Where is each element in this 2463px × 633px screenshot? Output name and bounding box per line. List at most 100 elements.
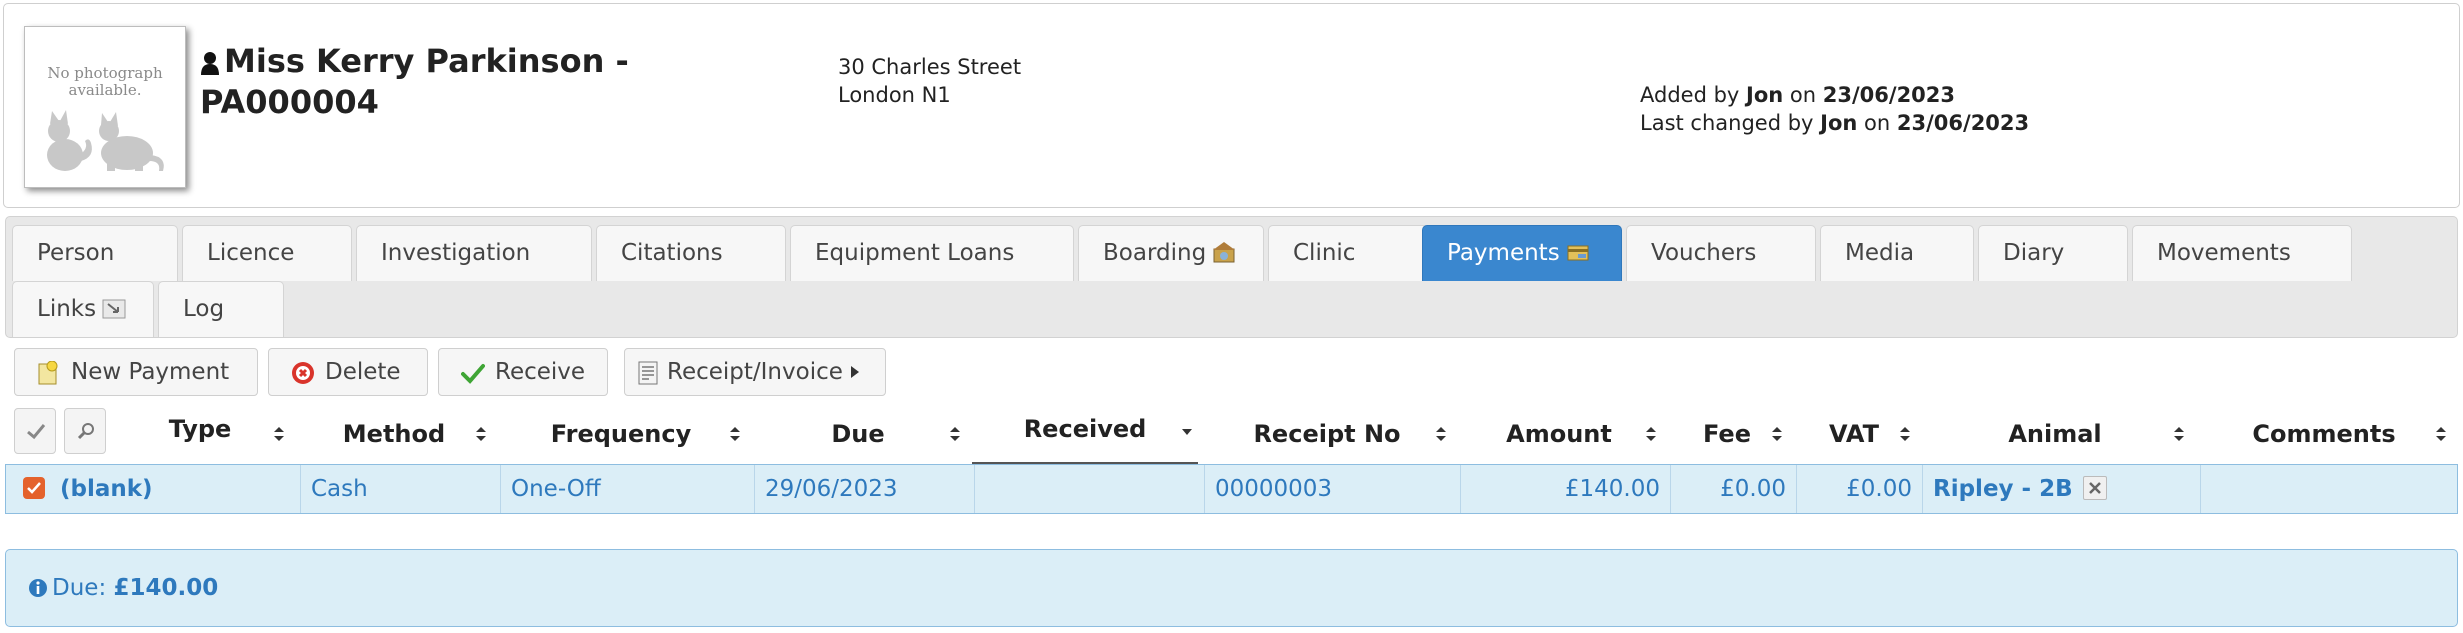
tab-label: Licence bbox=[207, 240, 295, 266]
col-amount[interactable]: Amount bbox=[1456, 404, 1662, 464]
changed-date: 23/06/2023 bbox=[1896, 111, 2030, 135]
col-frequency[interactable]: Frequency bbox=[496, 404, 746, 464]
new-payment-label: New Payment bbox=[71, 359, 230, 385]
row-checkbox[interactable] bbox=[23, 477, 45, 499]
col-received-label: Received bbox=[1023, 415, 1147, 443]
tab-label: Clinic bbox=[1293, 240, 1356, 266]
col-comments-label: Comments bbox=[2252, 420, 2396, 448]
added-by-user: Jon bbox=[1746, 83, 1784, 107]
tab-person[interactable]: Person bbox=[12, 225, 178, 281]
col-animal[interactable]: Animal bbox=[1920, 404, 2190, 464]
caret-right-icon bbox=[850, 366, 859, 378]
cell-amount: £140.00 bbox=[1461, 465, 1671, 513]
receipt-icon bbox=[638, 361, 658, 385]
col-due[interactable]: Due bbox=[750, 404, 966, 464]
col-comments[interactable]: Comments bbox=[2196, 404, 2452, 464]
tab-log[interactable]: Log bbox=[158, 281, 284, 337]
tab-diary[interactable]: Diary bbox=[1978, 225, 2128, 281]
tab-label: Payments bbox=[1447, 240, 1560, 266]
delete-icon bbox=[292, 362, 314, 384]
tab-clinic[interactable]: Clinic bbox=[1268, 225, 1428, 281]
links-icon bbox=[102, 299, 126, 319]
delete-label: Delete bbox=[325, 359, 401, 385]
added-on-word: on bbox=[1789, 83, 1817, 107]
checkmark-icon bbox=[27, 482, 41, 494]
col-animal-label: Animal bbox=[2008, 420, 2102, 448]
tab-links[interactable]: Links bbox=[12, 281, 154, 337]
animal-remove-icon[interactable] bbox=[2082, 476, 2107, 500]
payments-table-header: Type Method Frequency Due Received Recei… bbox=[0, 404, 2463, 464]
tab-media[interactable]: Media bbox=[1820, 225, 1974, 281]
new-payment-button[interactable]: New Payment bbox=[14, 348, 258, 396]
person-header: No photograph available. Miss Kerry Park… bbox=[3, 3, 2460, 208]
tab-payments[interactable]: Payments bbox=[1422, 225, 1622, 281]
added-date: 23/06/2023 bbox=[1822, 83, 1956, 107]
tab-label: Vouchers bbox=[1651, 240, 1757, 266]
tab-label: Log bbox=[183, 296, 225, 322]
tab-bar: Person Licence Investigation Citations E… bbox=[5, 216, 2458, 338]
address-line1: 30 Charles Street bbox=[838, 55, 1022, 79]
cell-type-link[interactable]: (blank) bbox=[50, 465, 301, 513]
col-due-label: Due bbox=[831, 420, 885, 448]
tab-boarding[interactable]: Boarding bbox=[1078, 225, 1264, 281]
tab-label: Diary bbox=[2003, 240, 2065, 266]
person-photo-placeholder[interactable]: No photograph available. bbox=[24, 26, 186, 188]
search-icon bbox=[77, 423, 94, 440]
tab-label: Investigation bbox=[381, 240, 531, 266]
delete-button[interactable]: Delete bbox=[268, 348, 428, 396]
tab-equipment-loans[interactable]: Equipment Loans bbox=[790, 225, 1074, 281]
col-fee-label: Fee bbox=[1703, 420, 1751, 448]
changed-on-word: on bbox=[1864, 111, 1891, 135]
added-by-prefix: Added by bbox=[1640, 83, 1740, 107]
col-receipt-no[interactable]: Receipt No bbox=[1202, 404, 1452, 464]
due-summary-box: Due: £140.00 bbox=[5, 549, 2458, 627]
payments-icon bbox=[1567, 245, 1589, 261]
sort-icon bbox=[1772, 427, 1782, 441]
boarding-icon bbox=[1213, 242, 1236, 263]
sort-icon bbox=[730, 427, 740, 441]
col-fee[interactable]: Fee bbox=[1666, 404, 1788, 464]
sort-icon bbox=[950, 427, 960, 441]
col-method[interactable]: Method bbox=[296, 404, 492, 464]
tab-vouchers[interactable]: Vouchers bbox=[1626, 225, 1816, 281]
audit-info: Added by Jon on 23/06/2023 Last changed … bbox=[1640, 81, 2029, 137]
new-document-icon bbox=[38, 361, 58, 385]
col-type[interactable]: Type bbox=[110, 404, 290, 464]
col-receipt-no-label: Receipt No bbox=[1253, 420, 1401, 448]
col-received[interactable]: Received bbox=[972, 404, 1198, 464]
cell-received bbox=[975, 465, 1205, 513]
tab-investigation[interactable]: Investigation bbox=[356, 225, 592, 281]
due-value: £140.00 bbox=[113, 575, 219, 601]
person-title-line2: PA000004 bbox=[200, 83, 379, 121]
animal-link[interactable]: Ripley - 2B bbox=[1933, 476, 2073, 502]
tab-licence[interactable]: Licence bbox=[182, 225, 352, 281]
col-frequency-label: Frequency bbox=[550, 420, 692, 448]
cell-comments bbox=[2201, 465, 2457, 513]
tab-citations[interactable]: Citations bbox=[596, 225, 786, 281]
person-title-line1: Miss Kerry Parkinson - bbox=[224, 42, 629, 80]
changed-by-prefix: Last changed by bbox=[1640, 111, 1814, 135]
tab-label: Movements bbox=[2157, 240, 2291, 266]
address-line2: London N1 bbox=[838, 83, 951, 107]
filter-search-button[interactable] bbox=[64, 408, 106, 454]
receive-label: Receive bbox=[495, 359, 586, 385]
cell-method: Cash bbox=[301, 465, 501, 513]
person-title: Miss Kerry Parkinson - PA000004 bbox=[200, 41, 629, 123]
receive-button[interactable]: Receive bbox=[438, 348, 608, 396]
receipt-invoice-menu-button[interactable]: Receipt/Invoice bbox=[624, 348, 886, 396]
tab-movements[interactable]: Movements bbox=[2132, 225, 2352, 281]
col-amount-label: Amount bbox=[1506, 420, 1612, 448]
tab-label: Links bbox=[37, 296, 97, 322]
cell-due: 29/06/2023 bbox=[755, 465, 975, 513]
person-address: 30 Charles Street London N1 bbox=[838, 53, 1021, 109]
col-vat[interactable]: VAT bbox=[1792, 404, 1916, 464]
table-row[interactable]: (blank) Cash One-Off 29/06/2023 00000003… bbox=[5, 464, 2458, 514]
cell-frequency: One-Off bbox=[501, 465, 755, 513]
col-method-label: Method bbox=[342, 420, 446, 448]
tab-label: Boarding bbox=[1103, 240, 1207, 266]
select-all-button[interactable] bbox=[14, 408, 56, 454]
cats-silhouette-icon bbox=[47, 110, 164, 171]
sort-icon bbox=[1646, 427, 1656, 441]
sort-descending-icon bbox=[1182, 429, 1192, 435]
info-icon bbox=[29, 579, 47, 597]
